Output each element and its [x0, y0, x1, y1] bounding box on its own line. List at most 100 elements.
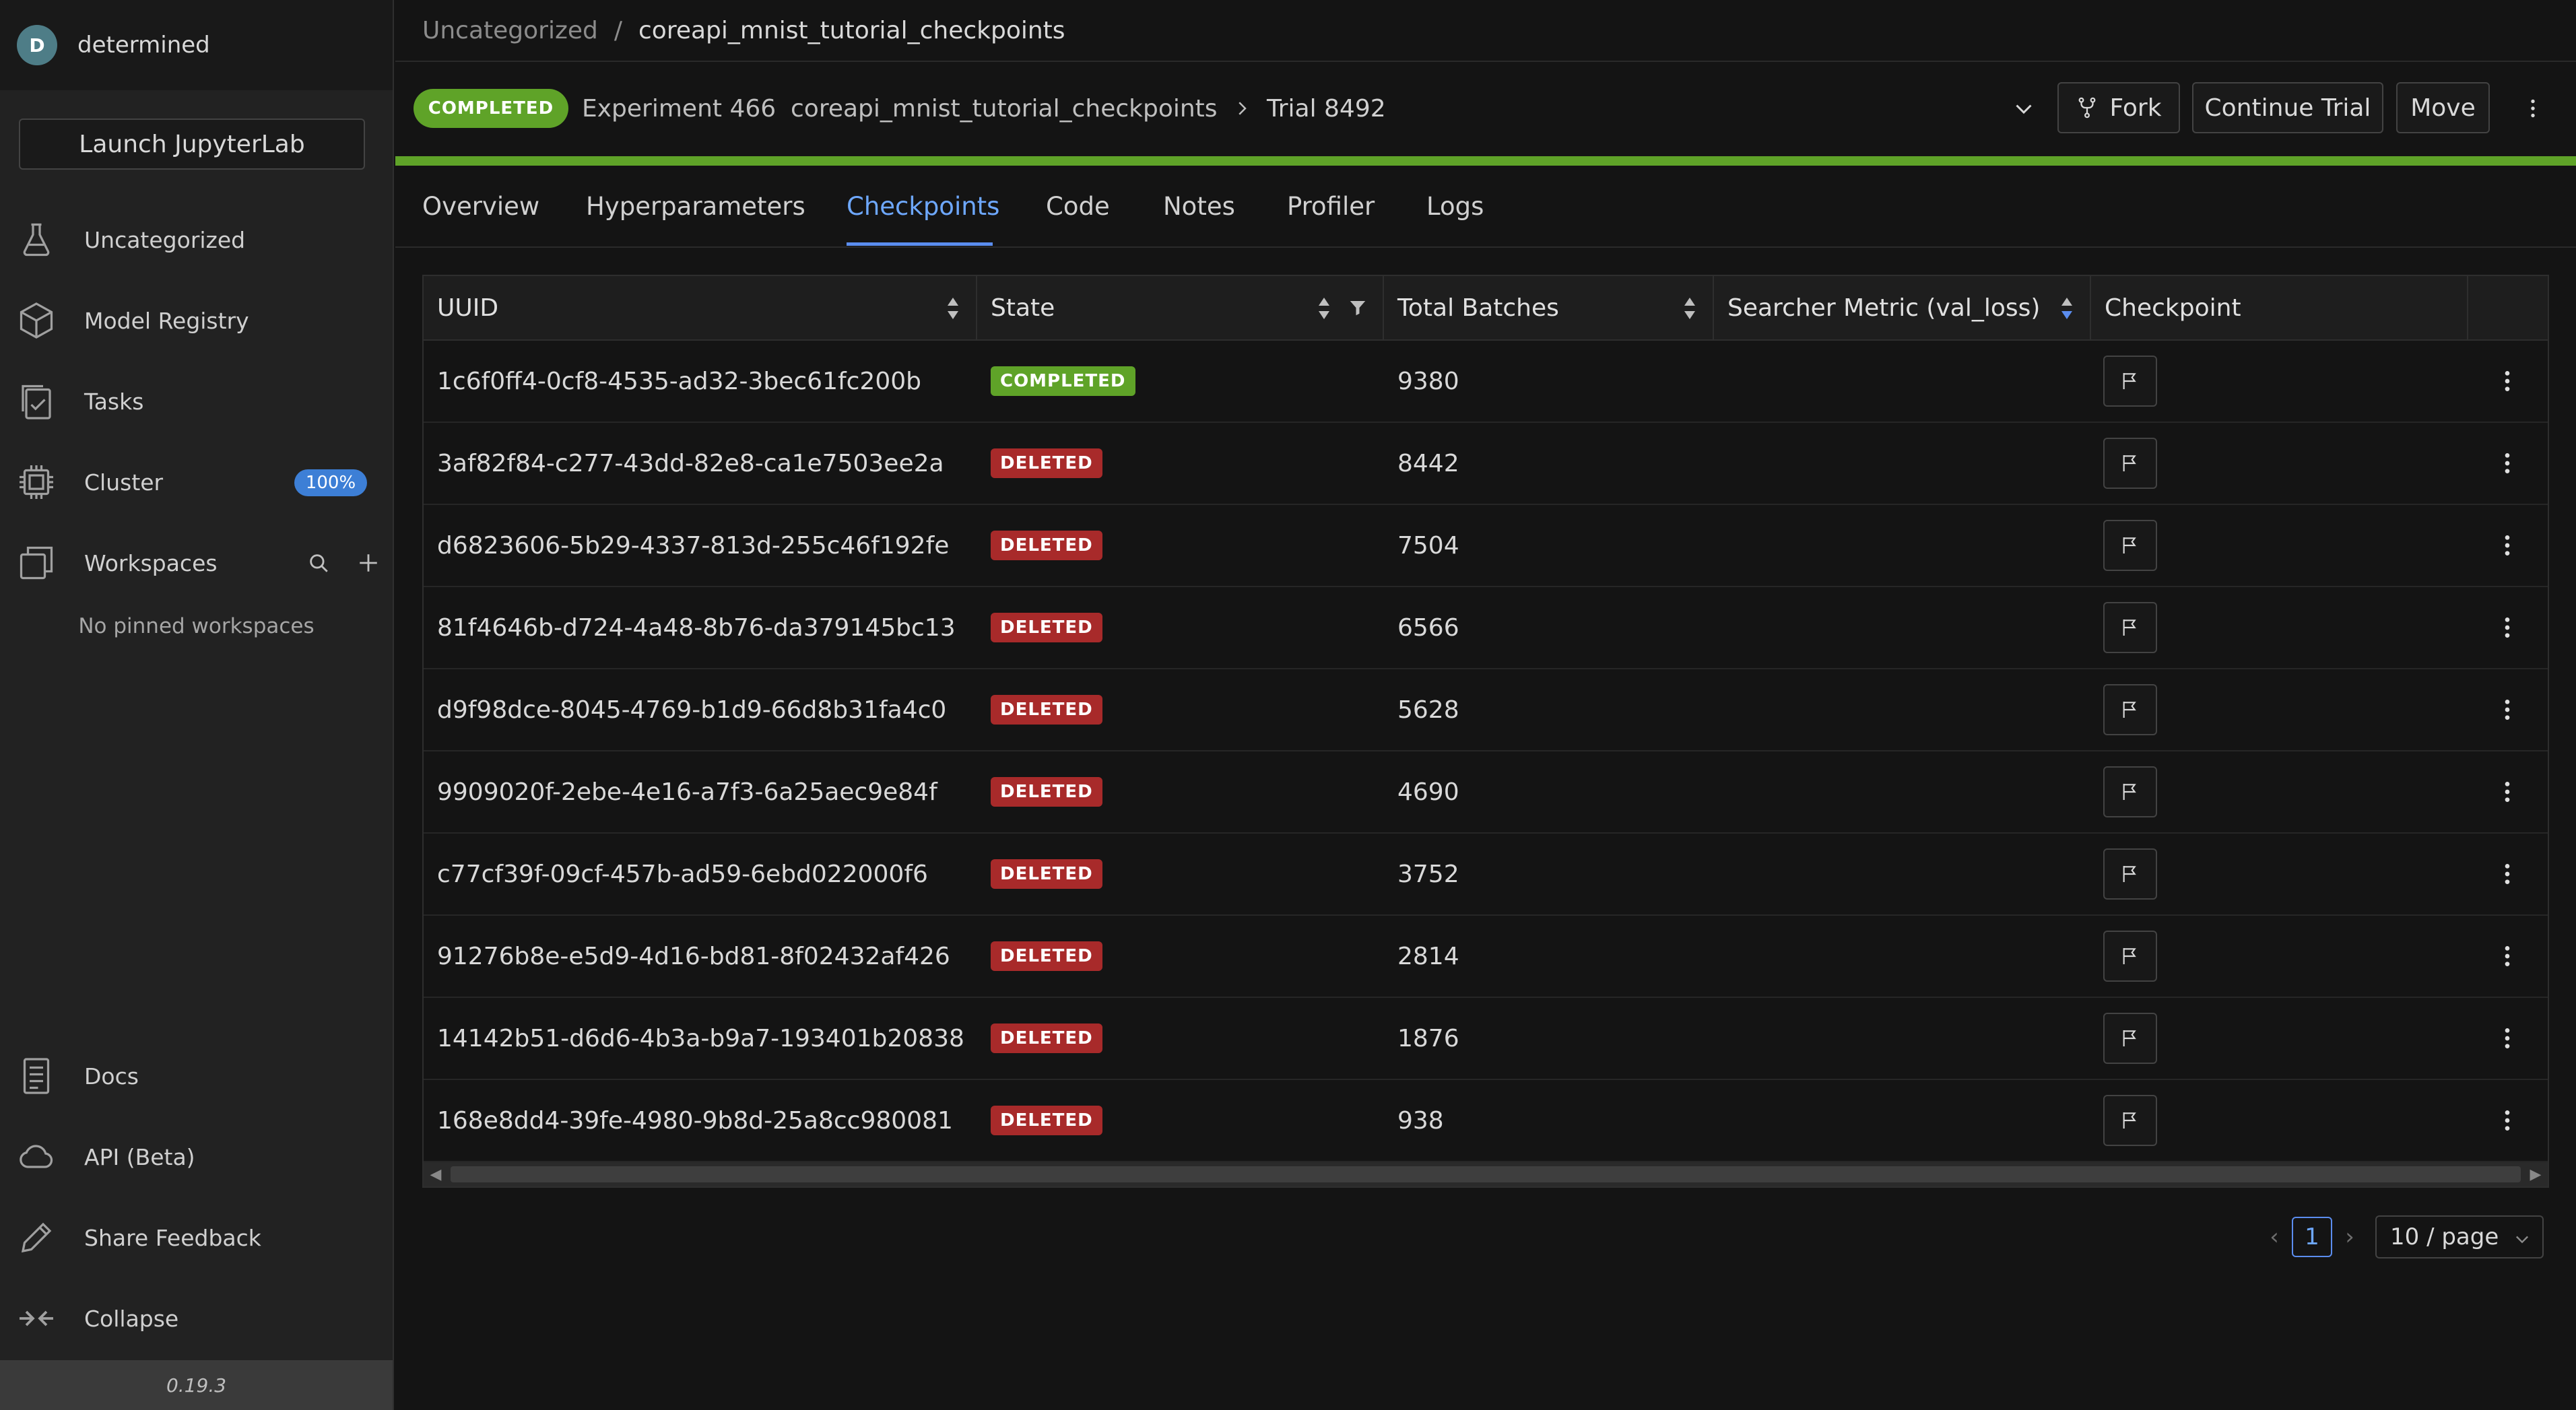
table-row: 91276b8e-e5d9-4d16-bd81-8f02432af426 DELE…: [424, 916, 2548, 998]
experiment-progress-bar: [395, 156, 2576, 166]
uuid-cell: d6823606-5b29-4337-813d-255c46f192fe: [437, 531, 950, 560]
uuid-cell: 14142b51-d6d6-4b3a-b9a7-193401b20838: [437, 1024, 964, 1052]
flag-icon: [2123, 619, 2136, 636]
checkpoint-flag-button[interactable]: [2103, 766, 2157, 817]
row-actions-cell: [2494, 341, 2521, 422]
checkpoint-cell: [2103, 1080, 2157, 1161]
row-more-options-icon[interactable]: [2494, 1095, 2521, 1146]
checkpoint-flag-button[interactable]: [2103, 684, 2157, 735]
checkpoint-flag-button[interactable]: [2103, 438, 2157, 489]
experiment-id[interactable]: Experiment 466: [582, 89, 776, 128]
total-batches-cell: 6566: [1397, 613, 1459, 642]
horizontal-scrollbar[interactable]: ◀ ▶: [424, 1162, 2548, 1186]
scroll-thumb[interactable]: [451, 1166, 2521, 1182]
uuid-cell: 3af82f84-c277-43dd-82e8-ca1e7503ee2a: [437, 449, 944, 477]
tab-notes[interactable]: Notes: [1163, 166, 1235, 246]
column-header-total-batches[interactable]: Total Batches: [1384, 276, 1714, 339]
fork-button[interactable]: Fork: [2057, 82, 2180, 133]
row-more-options-icon[interactable]: [2494, 931, 2521, 982]
chevron-down-icon[interactable]: [2012, 89, 2036, 128]
state-badge: DELETED: [991, 1023, 1102, 1053]
user-name: determined: [77, 32, 210, 59]
row-actions-cell: [2494, 751, 2521, 832]
table-row: 9909020f-2ebe-4e16-a7f3-6a25aec9e84f DELE…: [424, 751, 2548, 834]
uuid-cell: 1c6f0ff4-0cf8-4535-ad32-3bec61fc200b: [437, 367, 921, 395]
table-row: d6823606-5b29-4337-813d-255c46f192fe DELE…: [424, 505, 2548, 587]
checkpoint-cell: [2103, 669, 2157, 750]
tab-overview[interactable]: Overview: [422, 166, 539, 246]
column-header-uuid[interactable]: UUID: [424, 276, 977, 339]
sort-icon[interactable]: [1317, 296, 1331, 321]
scroll-right-icon[interactable]: ▶: [2523, 1162, 2548, 1186]
total-batches-cell: 3752: [1397, 860, 1459, 888]
tab-checkpoints[interactable]: Checkpoints: [847, 166, 999, 246]
row-actions-cell: [2494, 1080, 2521, 1161]
sidebar-item-share-feedback[interactable]: Share Feedback: [0, 1204, 393, 1271]
breadcrumb-uncategorized[interactable]: Uncategorized: [422, 17, 598, 44]
tab-code[interactable]: Code: [1046, 166, 1110, 246]
checkpoint-flag-button[interactable]: [2103, 848, 2157, 900]
checkpoint-flag-button[interactable]: [2103, 520, 2157, 571]
sidebar-item-docs[interactable]: Docs: [0, 1042, 393, 1110]
sort-icon[interactable]: [1683, 296, 1696, 321]
move-button[interactable]: Move: [2396, 82, 2490, 133]
page-1-button[interactable]: 1: [2292, 1217, 2332, 1257]
sidebar-item-collapse[interactable]: Collapse: [0, 1285, 393, 1352]
pagination: ‹ 1 › 10 / page: [2261, 1215, 2557, 1258]
column-header-state[interactable]: State: [977, 276, 1384, 339]
fork-icon: [2076, 96, 2099, 119]
row-more-options-icon[interactable]: [2494, 356, 2521, 407]
row-more-options-icon[interactable]: [2494, 602, 2521, 653]
column-label: Total Batches: [1397, 294, 1559, 322]
checkpoint-flag-button[interactable]: [2103, 1095, 2157, 1146]
sidebar-item-uncategorized[interactable]: Uncategorized: [0, 206, 393, 273]
sort-icon[interactable]: [946, 296, 960, 321]
row-more-options-icon[interactable]: [2494, 684, 2521, 735]
sidebar-item-cluster[interactable]: Cluster 100%: [0, 448, 393, 516]
sidebar-item-api[interactable]: API (Beta): [0, 1123, 393, 1190]
tab-hyperparameters[interactable]: Hyperparameters: [586, 166, 805, 246]
uuid-cell: d9f98dce-8045-4769-b1d9-66d8b31fa4c0: [437, 696, 947, 724]
column-header-searcher-metric[interactable]: Searcher Metric (val_loss): [1714, 276, 2091, 339]
sidebar-item-label: Share Feedback: [84, 1224, 261, 1251]
state-badge: DELETED: [991, 613, 1102, 642]
checkpoint-cell: [2103, 998, 2157, 1079]
checkpoint-flag-button[interactable]: [2103, 1013, 2157, 1064]
collapse-icon: [15, 1297, 58, 1340]
row-more-options-icon[interactable]: [2494, 1013, 2521, 1064]
checkpoint-flag-button[interactable]: [2103, 356, 2157, 407]
chevron-right-icon: [1232, 89, 1252, 128]
checkpoint-flag-button[interactable]: [2103, 931, 2157, 982]
row-more-options-icon[interactable]: [2494, 848, 2521, 900]
next-page-icon[interactable]: ›: [2336, 1215, 2363, 1258]
prev-page-icon[interactable]: ‹: [2261, 1215, 2288, 1258]
trial-id: Trial 8492: [1267, 94, 1386, 123]
sort-icon[interactable]: [2060, 296, 2074, 321]
sidebar-item-workspaces[interactable]: Workspaces: [0, 529, 393, 597]
sidebar-item-tasks[interactable]: Tasks: [0, 368, 393, 435]
row-more-options-icon[interactable]: [2494, 520, 2521, 571]
user-menu[interactable]: D determined: [0, 0, 393, 90]
state-cell: DELETED: [991, 587, 1102, 668]
cluster-usage-badge: 100%: [294, 469, 367, 496]
continue-trial-button[interactable]: Continue Trial: [2192, 82, 2383, 133]
launch-jupyterlab-button[interactable]: Launch JupyterLab: [19, 119, 365, 170]
filter-icon[interactable]: [1348, 298, 1368, 318]
row-actions-cell: [2494, 587, 2521, 668]
tab-profiler[interactable]: Profiler: [1287, 166, 1375, 246]
total-batches-cell: 1876: [1397, 1024, 1459, 1052]
tab-logs[interactable]: Logs: [1426, 166, 1484, 246]
row-more-options-icon[interactable]: [2494, 438, 2521, 489]
table-row: 168e8dd4-39fe-4980-9b8d-25a8cc980081 DELE…: [424, 1080, 2548, 1162]
scroll-left-icon[interactable]: ◀: [424, 1162, 448, 1186]
search-workspaces-icon[interactable]: [305, 549, 332, 576]
sidebar-item-model-registry[interactable]: Model Registry: [0, 287, 393, 354]
add-workspace-icon[interactable]: [355, 549, 382, 576]
experiment-name[interactable]: coreapi_mnist_tutorial_checkpoints: [791, 89, 1218, 128]
page-size-select[interactable]: 10 / page: [2375, 1215, 2544, 1258]
more-options-icon[interactable]: [2521, 89, 2545, 128]
breadcrumb: Uncategorized / coreapi_mnist_tutorial_c…: [422, 0, 1065, 61]
row-more-options-icon[interactable]: [2494, 766, 2521, 817]
no-pinned-workspaces: No pinned workspaces: [78, 614, 315, 638]
checkpoint-flag-button[interactable]: [2103, 602, 2157, 653]
